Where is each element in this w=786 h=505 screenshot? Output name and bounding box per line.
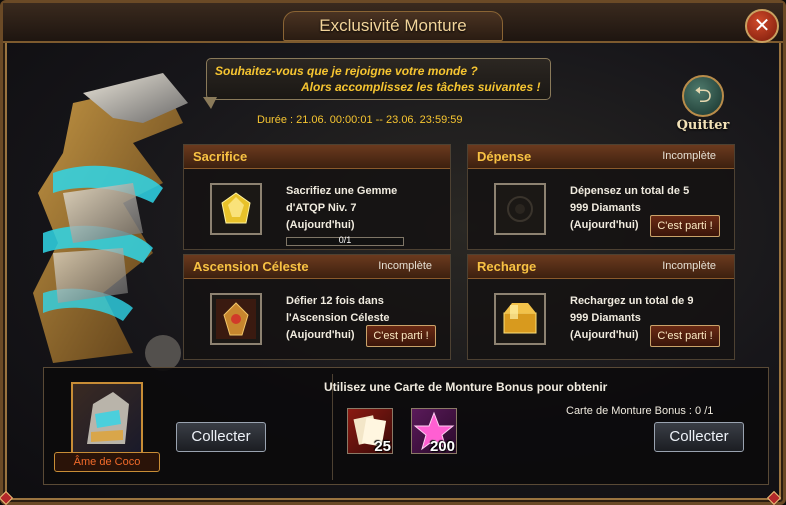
task-status: Incomplète xyxy=(378,260,432,272)
gem-icon[interactable] xyxy=(210,183,262,235)
task-header: Dépense Incomplète xyxy=(468,145,734,169)
card-icon[interactable]: 25 xyxy=(347,408,393,455)
task-recharge: Recharge Incomplète Rechargez un total d… xyxy=(467,254,735,360)
close-icon[interactable]: ✕ xyxy=(745,9,779,43)
crest-icon[interactable] xyxy=(210,293,262,345)
task-name: Dépense xyxy=(477,149,532,164)
corner-ornament xyxy=(0,490,14,505)
task-line-1: Dépensez un total de 5 xyxy=(570,185,690,197)
task-line-1: Défier 12 fois dans xyxy=(286,295,384,307)
task-status: Incomplète xyxy=(662,260,716,272)
star-icon[interactable]: 200 xyxy=(411,408,457,455)
task-name: Ascension Céleste xyxy=(193,259,309,274)
task-line-1: Sacrifiez une Gemme xyxy=(286,185,398,197)
collect-button[interactable]: Collecter xyxy=(176,422,266,452)
task-line-2: d'ATQP Niv. 7 xyxy=(286,202,357,214)
task-line-3: (Aujourd'hui) xyxy=(286,219,355,231)
event-window: Exclusivité Monture ✕ Souhaitez-vous que… xyxy=(0,0,786,505)
empty-slot-icon[interactable] xyxy=(494,183,546,235)
quit-label: Quitter xyxy=(676,118,730,133)
npc-speech-bubble: Souhaitez-vous que je rejoigne votre mon… xyxy=(206,58,551,100)
task-ascension-celeste: Ascension Céleste Incomplète Défier 12 f… xyxy=(183,254,451,360)
window-title: Exclusivité Monture xyxy=(319,16,467,35)
event-duration: Durée : 21.06. 00:00:01 -- 23.06. 23:59:… xyxy=(257,114,463,126)
task-sacrifice: Sacrifice Sacrifiez une Gemme d'ATQP Niv… xyxy=(183,144,451,250)
go-button[interactable]: C'est parti ! xyxy=(650,215,720,237)
go-button[interactable]: C'est parti ! xyxy=(366,325,436,347)
reward-panel: Âme de Coco Collecter Utilisez une Carte… xyxy=(43,367,769,485)
task-name: Recharge xyxy=(477,259,537,274)
go-button[interactable]: C'est parti ! xyxy=(650,325,720,347)
mount-portrait[interactable] xyxy=(71,382,143,454)
portrait-label: Âme de Coco xyxy=(54,452,160,472)
bonus-title: Utilisez une Carte de Monture Bonus pour… xyxy=(324,380,608,394)
progress-label: 0/1 xyxy=(338,235,352,245)
reward-count: 25 xyxy=(374,438,391,455)
corner-ornament xyxy=(766,490,782,505)
bubble-tail xyxy=(203,97,217,109)
return-arrow-icon[interactable]: ⮌ xyxy=(682,75,724,117)
gold-chest-icon[interactable] xyxy=(494,293,546,345)
quit-button[interactable]: ⮌ Quitter xyxy=(675,75,731,135)
task-progress-bar: 0/1 xyxy=(286,235,404,246)
task-depense: Dépense Incomplète Dépensez un total de … xyxy=(467,144,735,250)
task-name: Sacrifice xyxy=(193,149,248,164)
task-description: Sacrifiez une Gemme d'ATQP Niv. 7 (Aujou… xyxy=(286,183,436,234)
collect-bonus-button[interactable]: Collecter xyxy=(654,422,744,452)
task-header: Ascension Céleste Incomplète xyxy=(184,255,450,279)
task-header: Sacrifice xyxy=(184,145,450,169)
bonus-card-count: Carte de Monture Bonus : 0 /1 xyxy=(566,405,714,417)
bubble-line-1: Souhaitez-vous que je rejoigne votre mon… xyxy=(215,64,478,78)
reward-count: 200 xyxy=(429,438,455,455)
task-status: Incomplète xyxy=(662,150,716,162)
task-header: Recharge Incomplète xyxy=(468,255,734,279)
bubble-line-2: Alors accomplissez les tâches suivantes … xyxy=(301,80,541,94)
task-line-1: Rechargez un total de 9 xyxy=(570,295,694,307)
